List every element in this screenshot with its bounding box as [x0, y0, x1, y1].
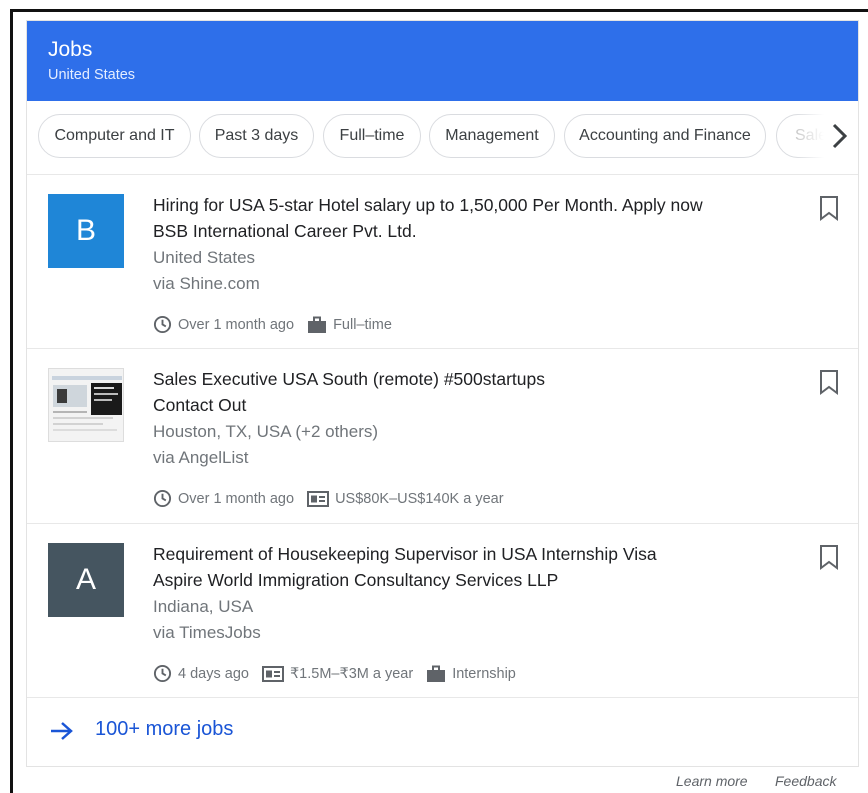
chip-accounting-and-finance[interactable]: Accounting and Finance: [564, 114, 766, 158]
job-location: Houston, TX, USA (+2 others): [153, 422, 379, 441]
chip-full-time[interactable]: Full–time: [323, 114, 421, 158]
posted-text: 4 days ago: [178, 665, 249, 682]
salary-info: US$80K–US$140K a year: [307, 490, 504, 507]
employment-type-text: Internship: [452, 665, 516, 682]
more-jobs-label: 100+ more jobs: [95, 718, 234, 740]
clock-icon: [153, 315, 172, 334]
job-source: via TimesJobs: [153, 623, 261, 642]
job-title[interactable]: Requirement of Housekeeping Supervisor i…: [153, 544, 657, 565]
job-title[interactable]: Hiring for USA 5-star Hotel salary up to…: [153, 195, 703, 216]
posted-text: Over 1 month ago: [178, 490, 295, 507]
job-meta: Over 1 month ago Full–time: [153, 315, 405, 334]
job-source: via AngelList: [153, 448, 249, 467]
job-company: BSB International Career Pvt. Ltd.: [153, 221, 417, 241]
employment-type-info: Full–time: [307, 316, 392, 334]
posted-info: Over 1 month ago: [153, 315, 294, 334]
job-listing[interactable]: B Hiring for USA 5-star Hotel salary up …: [27, 175, 858, 348]
jobs-title: Jobs: [48, 38, 93, 61]
bookmark-icon[interactable]: [817, 194, 841, 222]
filter-chips: Computer and IT Past 3 days Full–time Ma…: [27, 101, 858, 174]
employment-type-text: Full–time: [333, 316, 392, 333]
clock-icon: [153, 489, 172, 508]
job-listing[interactable]: A Requirement of Housekeeping Supervisor…: [27, 524, 858, 697]
briefcase-icon: [308, 316, 327, 333]
posted-info: 4 days ago: [153, 664, 249, 683]
job-meta: Over 1 month ago US$80K–US$140K a year: [153, 489, 517, 508]
jobs-card: Jobs United States Computer and IT Past …: [26, 20, 859, 767]
clock-icon: [153, 664, 172, 683]
bookmark-icon[interactable]: [817, 543, 841, 571]
arrow-right-icon: [51, 722, 73, 740]
salary-text: US$80K–US$140K a year: [335, 490, 504, 507]
job-location: Indiana, USA: [153, 597, 254, 616]
job-title[interactable]: Sales Executive USA South (remote) #500s…: [153, 369, 545, 390]
salary-info: ₹1.5M–₹3M a year: [261, 665, 414, 682]
salary-icon: [307, 490, 330, 507]
chip-management[interactable]: Management: [429, 114, 555, 158]
job-company: Aspire World Immigration Consultancy Ser…: [153, 570, 559, 590]
company-screenshot-thumbnail: [48, 368, 124, 442]
chevron-right-icon[interactable]: [826, 119, 852, 153]
feedback-link[interactable]: Feedback: [775, 773, 836, 789]
salary-text: ₹1.5M–₹3M a year: [289, 665, 414, 682]
jobs-header[interactable]: Jobs United States: [27, 21, 858, 101]
job-source: via Shine.com: [153, 274, 260, 293]
company-logo: B: [48, 194, 124, 268]
company-logo: A: [48, 543, 124, 617]
chip-past-3-days[interactable]: Past 3 days: [199, 114, 314, 158]
posted-info: Over 1 month ago: [153, 489, 294, 508]
chip-computer-and-it[interactable]: Computer and IT: [38, 114, 191, 158]
briefcase-icon: [427, 665, 446, 682]
jobs-location-subtitle: United States: [48, 67, 136, 83]
job-location: United States: [153, 248, 256, 267]
salary-icon: [261, 665, 284, 682]
learn-more-link[interactable]: Learn more: [676, 773, 748, 789]
job-company: Contact Out: [153, 395, 247, 415]
job-listing[interactable]: Sales Executive USA South (remote) #500s…: [27, 349, 858, 522]
posted-text: Over 1 month ago: [178, 316, 295, 333]
job-meta: 4 days ago ₹1.5M–₹3M a year Internship: [153, 664, 529, 683]
bookmark-icon[interactable]: [817, 368, 841, 396]
employment-type-info: Internship: [426, 665, 516, 683]
more-jobs-link[interactable]: 100+ more jobs: [27, 698, 858, 766]
thumbnail-image: [49, 369, 123, 441]
